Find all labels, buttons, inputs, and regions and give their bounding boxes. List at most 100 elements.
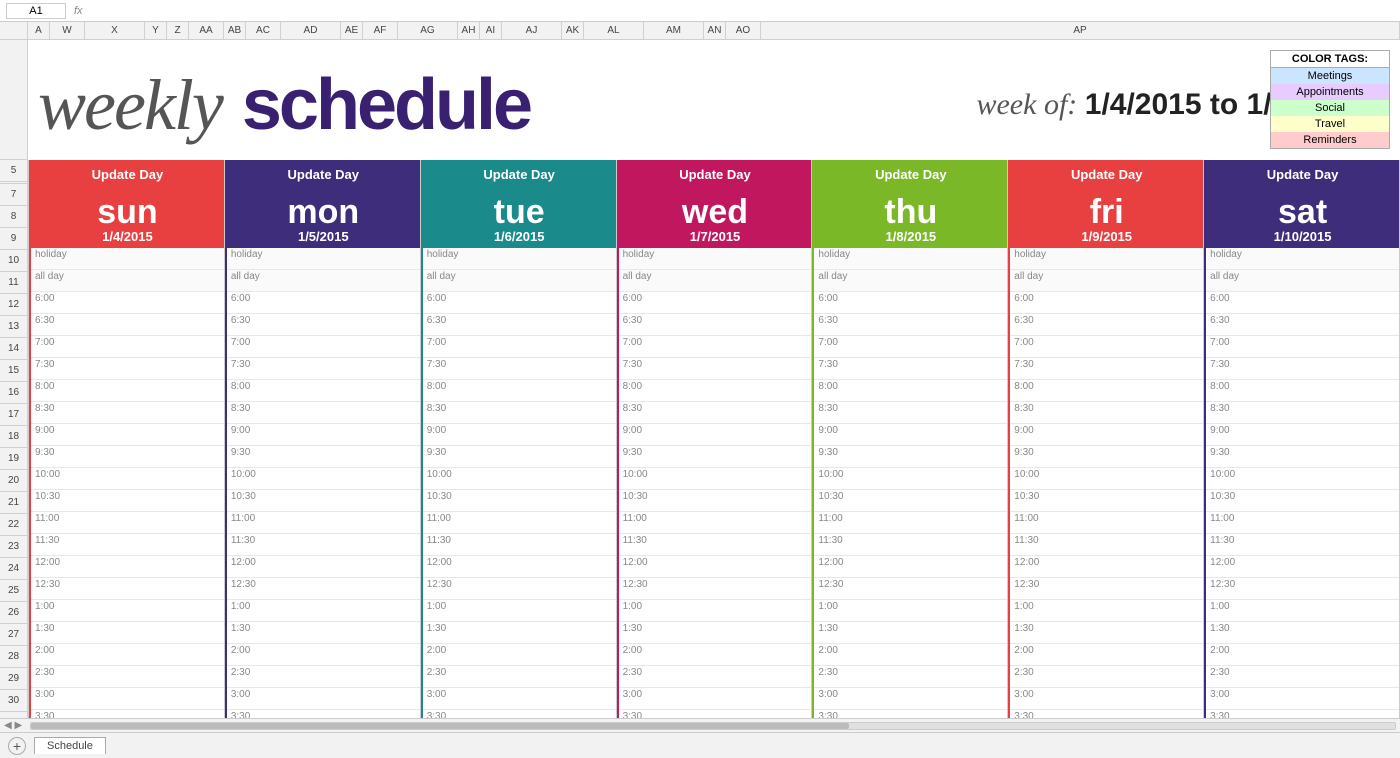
time-slot-sun-9-00[interactable]: 9:00 — [31, 424, 224, 446]
col-header-AL[interactable]: AL — [584, 22, 644, 39]
time-slot-thu-9-30[interactable]: 9:30 — [814, 446, 1007, 468]
col-header-A[interactable]: A — [28, 22, 50, 39]
time-slot-tue-8-00[interactable]: 8:00 — [423, 380, 616, 402]
time-slot-tue-holiday[interactable]: holiday — [423, 248, 616, 270]
time-slot-tue-10-30[interactable]: 10:30 — [423, 490, 616, 512]
time-slot-sat-1-00[interactable]: 1:00 — [1206, 600, 1399, 622]
time-slot-wed-holiday[interactable]: holiday — [619, 248, 812, 270]
col-header-AJ[interactable]: AJ — [502, 22, 562, 39]
col-header-AA[interactable]: AA — [189, 22, 224, 39]
time-slot-thu-12-00[interactable]: 12:00 — [814, 556, 1007, 578]
col-header-AF[interactable]: AF — [363, 22, 398, 39]
scrollbar-area[interactable]: ◀ ▶ — [0, 718, 1400, 732]
time-slot-mon-11-00[interactable]: 11:00 — [227, 512, 420, 534]
time-slot-mon-2-30[interactable]: 2:30 — [227, 666, 420, 688]
add-sheet-button[interactable]: + — [8, 737, 26, 755]
time-slot-sun-6-30[interactable]: 6:30 — [31, 314, 224, 336]
time-slot-sat-10-30[interactable]: 10:30 — [1206, 490, 1399, 512]
time-slot-mon-3-00[interactable]: 3:00 — [227, 688, 420, 710]
time-slot-sat-6-00[interactable]: 6:00 — [1206, 292, 1399, 314]
time-slot-thu-12-30[interactable]: 12:30 — [814, 578, 1007, 600]
time-slot-tue-8-30[interactable]: 8:30 — [423, 402, 616, 424]
time-slot-sat-2-30[interactable]: 2:30 — [1206, 666, 1399, 688]
time-slot-mon-2-00[interactable]: 2:00 — [227, 644, 420, 666]
time-slot-mon-1-30[interactable]: 1:30 — [227, 622, 420, 644]
time-slot-wed-12-00[interactable]: 12:00 — [619, 556, 812, 578]
time-slot-mon-8-30[interactable]: 8:30 — [227, 402, 420, 424]
time-slot-tue-10-00[interactable]: 10:00 — [423, 468, 616, 490]
time-slot-wed-8-00[interactable]: 8:00 — [619, 380, 812, 402]
time-slot-tue-3-00[interactable]: 3:00 — [423, 688, 616, 710]
time-slot-tue-12-30[interactable]: 12:30 — [423, 578, 616, 600]
time-slot-mon-9-30[interactable]: 9:30 — [227, 446, 420, 468]
time-slot-wed-6-00[interactable]: 6:00 — [619, 292, 812, 314]
time-slot-thu-1-30[interactable]: 1:30 — [814, 622, 1007, 644]
time-slot-sat-8-30[interactable]: 8:30 — [1206, 402, 1399, 424]
time-slot-tue-7-00[interactable]: 7:00 — [423, 336, 616, 358]
time-slot-wed-3-00[interactable]: 3:00 — [619, 688, 812, 710]
time-slot-sat-3-30[interactable]: 3:30 — [1206, 710, 1399, 718]
time-slot-tue-3-30[interactable]: 3:30 — [423, 710, 616, 718]
time-slot-wed-9-30[interactable]: 9:30 — [619, 446, 812, 468]
time-slot-fri-holiday[interactable]: holiday — [1010, 248, 1203, 270]
scroll-arrows[interactable]: ◀ ▶ — [4, 720, 22, 731]
time-slot-fri-2-00[interactable]: 2:00 — [1010, 644, 1203, 666]
time-slot-sat-7-00[interactable]: 7:00 — [1206, 336, 1399, 358]
col-header-AH[interactable]: AH — [458, 22, 480, 39]
time-slot-thu-1-00[interactable]: 1:00 — [814, 600, 1007, 622]
col-header-AN[interactable]: AN — [704, 22, 726, 39]
col-header-AP[interactable]: AP — [761, 22, 1400, 39]
time-slot-sat-9-00[interactable]: 9:00 — [1206, 424, 1399, 446]
time-slot-sat-11-30[interactable]: 11:30 — [1206, 534, 1399, 556]
time-slot-sun-8-30[interactable]: 8:30 — [31, 402, 224, 424]
time-slot-thu-8-00[interactable]: 8:00 — [814, 380, 1007, 402]
time-slot-tue-1-30[interactable]: 1:30 — [423, 622, 616, 644]
col-header-AM[interactable]: AM — [644, 22, 704, 39]
time-slot-thu-7-00[interactable]: 7:00 — [814, 336, 1007, 358]
col-header-AK[interactable]: AK — [562, 22, 584, 39]
time-slot-thu-11-00[interactable]: 11:00 — [814, 512, 1007, 534]
update-day-btn-thu[interactable]: Update Day — [814, 160, 1007, 189]
time-slot-sun-7-30[interactable]: 7:30 — [31, 358, 224, 380]
time-slot-sun-8-00[interactable]: 8:00 — [31, 380, 224, 402]
time-slot-wed-1-30[interactable]: 1:30 — [619, 622, 812, 644]
col-header-Y[interactable]: Y — [145, 22, 167, 39]
time-slot-tue-9-30[interactable]: 9:30 — [423, 446, 616, 468]
time-slot-thu-holiday[interactable]: holiday — [814, 248, 1007, 270]
time-slot-thu-6-30[interactable]: 6:30 — [814, 314, 1007, 336]
time-slot-fri-11-30[interactable]: 11:30 — [1010, 534, 1203, 556]
time-slot-wed-10-30[interactable]: 10:30 — [619, 490, 812, 512]
time-slot-tue-1-00[interactable]: 1:00 — [423, 600, 616, 622]
time-slot-sat-8-00[interactable]: 8:00 — [1206, 380, 1399, 402]
time-slot-sun-3-30[interactable]: 3:30 — [31, 710, 224, 718]
time-slot-fri-3-00[interactable]: 3:00 — [1010, 688, 1203, 710]
time-slot-mon-10-00[interactable]: 10:00 — [227, 468, 420, 490]
time-slot-mon-10-30[interactable]: 10:30 — [227, 490, 420, 512]
time-slot-wed-3-30[interactable]: 3:30 — [619, 710, 812, 718]
scrollbar-thumb[interactable] — [31, 723, 849, 729]
time-slot-wed-8-30[interactable]: 8:30 — [619, 402, 812, 424]
time-slot-sun-11-00[interactable]: 11:00 — [31, 512, 224, 534]
time-slot-wed-10-00[interactable]: 10:00 — [619, 468, 812, 490]
time-slot-fri-9-00[interactable]: 9:00 — [1010, 424, 1203, 446]
time-slot-thu-9-00[interactable]: 9:00 — [814, 424, 1007, 446]
time-slot-mon-7-00[interactable]: 7:00 — [227, 336, 420, 358]
time-slot-fri-10-30[interactable]: 10:30 — [1010, 490, 1203, 512]
time-slot-mon-8-00[interactable]: 8:00 — [227, 380, 420, 402]
time-slot-sun-12-00[interactable]: 12:00 — [31, 556, 224, 578]
time-slot-sat-holiday[interactable]: holiday — [1206, 248, 1399, 270]
time-slot-wed-7-30[interactable]: 7:30 — [619, 358, 812, 380]
time-slot-sat-all-day[interactable]: all day — [1206, 270, 1399, 292]
time-slot-mon-3-30[interactable]: 3:30 — [227, 710, 420, 718]
time-slot-fri-9-30[interactable]: 9:30 — [1010, 446, 1203, 468]
time-slot-sat-10-00[interactable]: 10:00 — [1206, 468, 1399, 490]
time-slot-fri-10-00[interactable]: 10:00 — [1010, 468, 1203, 490]
scrollbar-track[interactable] — [30, 722, 1396, 730]
time-slot-fri-11-00[interactable]: 11:00 — [1010, 512, 1203, 534]
time-slot-fri-1-00[interactable]: 1:00 — [1010, 600, 1203, 622]
time-slot-fri-12-30[interactable]: 12:30 — [1010, 578, 1203, 600]
time-slot-sat-11-00[interactable]: 11:00 — [1206, 512, 1399, 534]
time-slot-sat-1-30[interactable]: 1:30 — [1206, 622, 1399, 644]
update-day-btn-fri[interactable]: Update Day — [1010, 160, 1203, 189]
time-slot-mon-11-30[interactable]: 11:30 — [227, 534, 420, 556]
